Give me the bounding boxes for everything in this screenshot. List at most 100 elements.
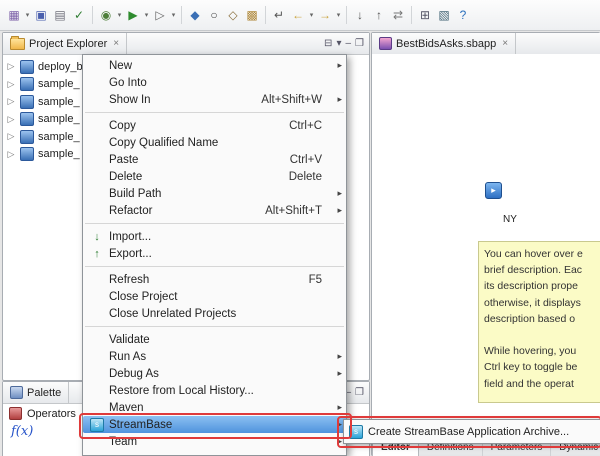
menu-shortcut: F5 — [309, 274, 322, 286]
menu-label: New — [109, 60, 322, 72]
sbapp-file-icon — [379, 37, 392, 50]
menu-shortcut: Alt+Shift+W — [261, 94, 322, 106]
next-annotation-icon[interactable]: ↓ — [351, 6, 369, 24]
debug-icon[interactable]: ◉ — [97, 6, 115, 24]
menu-item-refresh[interactable]: Refresh F5 — [83, 271, 346, 288]
menu-item-create-streambase-application-archive[interactable]: s Create StreamBase Application Archive.… — [349, 425, 569, 439]
typecheck-icon[interactable]: ✓ — [70, 6, 88, 24]
menu-shortcut: Alt+Shift+T — [265, 205, 322, 217]
project-icon — [20, 147, 34, 161]
close-icon[interactable]: × — [502, 38, 508, 49]
menu-label: Export... — [109, 248, 342, 260]
back-dropdown-icon[interactable]: ▾ — [308, 11, 315, 19]
submenu-arrow-icon: ▸ — [332, 60, 342, 71]
close-icon[interactable]: × — [113, 38, 119, 49]
toolbar-separator — [265, 6, 266, 24]
menu-item-go-into[interactable]: Go Into — [83, 74, 346, 91]
menu-label: Paste — [109, 154, 290, 166]
run-dropdown-icon[interactable]: ▾ — [143, 11, 150, 19]
context-menu: New ▸ Go Into Show In Alt+Shift+W ▸ Copy… — [82, 54, 347, 456]
tab-palette[interactable]: Palette — [3, 382, 69, 403]
menu-item-run-as[interactable]: Run As ▸ — [83, 348, 346, 365]
chevron-right-icon[interactable]: ▷ — [6, 79, 16, 90]
operators-label: Operators — [27, 408, 76, 420]
tab-bestbidsasks[interactable]: BestBidsAsks.sbapp × — [372, 33, 516, 54]
menu-item-restore-from-local-history[interactable]: Restore from Local History... — [83, 382, 346, 399]
menu-item-copy[interactable]: Copy Ctrl+C — [83, 117, 346, 134]
debug-dropdown-icon[interactable]: ▾ — [116, 11, 123, 19]
menu-item-show-in[interactable]: Show In Alt+Shift+W ▸ — [83, 91, 346, 108]
last-edit-location-icon[interactable]: ↵ — [270, 6, 288, 24]
previous-annotation-icon[interactable]: ↑ — [370, 6, 388, 24]
menu-label: Show In — [109, 94, 261, 106]
chevron-right-icon[interactable]: ▷ — [6, 131, 16, 142]
chevron-right-icon[interactable]: ▷ — [6, 61, 16, 72]
menu-item-export[interactable]: ↑ Export... — [83, 245, 346, 262]
menu-item-refactor[interactable]: Refactor Alt+Shift+T ▸ — [83, 202, 346, 219]
menu-item-streambase[interactable]: s StreamBase ▸ — [83, 416, 346, 433]
tab-project-explorer[interactable]: Project Explorer × — [3, 33, 127, 54]
outline-icon[interactable]: ▧ — [435, 6, 453, 24]
menu-label: Refresh — [109, 274, 309, 286]
search-icon[interactable]: ○ — [205, 6, 223, 24]
external-tools-icon[interactable]: ▷ — [151, 6, 169, 24]
menu-shortcut: Delete — [289, 171, 322, 183]
help-icon[interactable]: ? — [454, 6, 472, 24]
submenu-arrow-icon: ▸ — [332, 368, 342, 379]
run-icon[interactable]: ▶ — [124, 6, 142, 24]
view-menu-icon[interactable]: ▾ — [336, 39, 341, 49]
streambase-submenu: s Create StreamBase Application Archive.… — [343, 419, 600, 444]
mark-occurrences-icon[interactable]: ▩ — [243, 6, 261, 24]
menu-item-paste[interactable]: Paste Ctrl+V — [83, 151, 346, 168]
menu-item-maven[interactable]: Maven ▸ — [83, 399, 346, 416]
menu-item-debug-as[interactable]: Debug As ▸ — [83, 365, 346, 382]
forward-dropdown-icon[interactable]: ▾ — [335, 11, 342, 19]
open-element-icon[interactable]: ◇ — [224, 6, 242, 24]
menu-item-build-path[interactable]: Build Path ▸ — [83, 185, 346, 202]
maximize-view-icon[interactable]: ❐ — [355, 388, 364, 398]
menu-label: Delete — [109, 171, 289, 183]
maximize-view-icon[interactable]: ❐ — [355, 39, 364, 49]
chevron-right-icon[interactable]: ▷ — [6, 114, 16, 125]
menu-label: Team — [109, 436, 332, 448]
submenu-arrow-icon: ▸ — [332, 188, 342, 199]
menu-label: StreamBase — [109, 419, 332, 431]
link-with-editor-icon[interactable]: ⇄ — [389, 6, 407, 24]
submenu-arrow-icon: ▸ — [332, 436, 342, 447]
project-icon — [20, 112, 34, 126]
minimize-view-icon[interactable]: – — [345, 39, 351, 49]
menu-item-close-unrelated-projects[interactable]: Close Unrelated Projects — [83, 305, 346, 322]
menu-item-copy-qualified-name[interactable]: Copy Qualified Name — [83, 134, 346, 151]
toolbar-separator — [346, 6, 347, 24]
print-icon[interactable]: ▤ — [51, 6, 69, 24]
menu-item-new[interactable]: New ▸ — [83, 57, 346, 74]
menu-item-close-project[interactable]: Close Project — [83, 288, 346, 305]
menu-item-team[interactable]: Team ▸ — [83, 433, 346, 450]
import-icon: ↓ — [89, 231, 105, 243]
note-line: You can hover over e — [484, 246, 600, 262]
palette-icon — [10, 386, 23, 399]
save-icon[interactable]: ▣ — [32, 6, 50, 24]
new-wizard-icon[interactable]: ▦ — [5, 6, 23, 24]
back-icon[interactable]: ← — [289, 6, 307, 24]
export-icon: ↑ — [89, 248, 105, 260]
project-icon — [20, 60, 34, 74]
menu-item-import[interactable]: ↓ Import... — [83, 228, 346, 245]
collapse-all-icon[interactable]: ⊟ — [324, 39, 332, 49]
toolbar-separator — [411, 6, 412, 24]
editor-canvas[interactable]: ▸ NY You can hover over e brief descript… — [372, 54, 600, 437]
project-explorer-toolbar: ⊟ ▾ – ❐ — [324, 39, 369, 49]
menu-item-delete[interactable]: Delete Delete — [83, 168, 346, 185]
chevron-right-icon[interactable]: ▷ — [6, 96, 16, 107]
external-tools-dropdown-icon[interactable]: ▾ — [170, 11, 177, 19]
collapse-all-icon[interactable]: ⊞ — [416, 6, 434, 24]
menu-label: Copy Qualified Name — [109, 137, 342, 149]
chevron-right-icon[interactable]: ▷ — [6, 149, 16, 160]
menu-item-validate[interactable]: Validate — [83, 331, 346, 348]
forward-icon[interactable]: → — [316, 6, 334, 24]
note-line: otherwise, it displays — [484, 295, 600, 311]
new-wizard-dropdown-icon[interactable]: ▾ — [24, 11, 31, 19]
operators-icon — [9, 407, 22, 420]
input-stream-icon[interactable]: ▸ — [485, 182, 502, 199]
new-server-icon[interactable]: ◆ — [186, 6, 204, 24]
